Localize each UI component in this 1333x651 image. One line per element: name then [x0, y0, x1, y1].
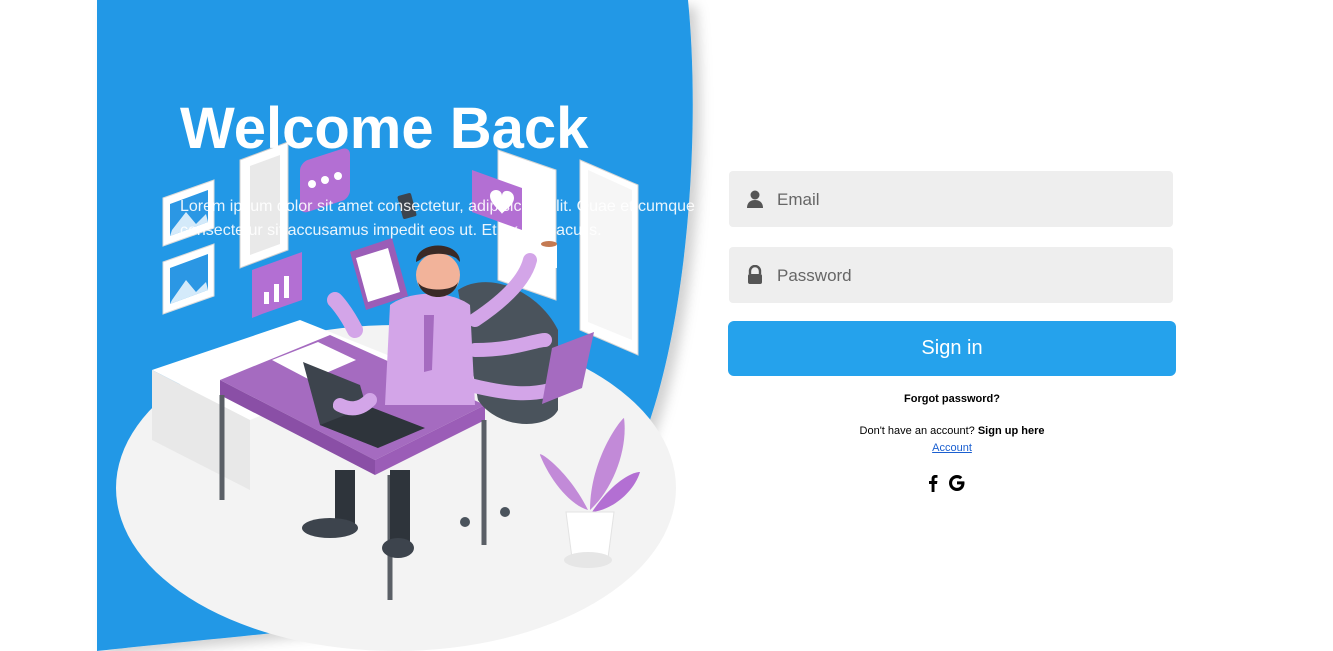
email-field[interactable] [729, 171, 1173, 229]
user-icon [747, 190, 763, 208]
forgot-password-link[interactable]: Forgot password? [728, 393, 1176, 405]
password-input[interactable] [775, 247, 1159, 305]
signup-line: Don't have an account? Sign up here [728, 425, 1176, 437]
google-icon[interactable] [948, 474, 966, 497]
no-account-text: Don't have an account? [859, 425, 975, 437]
welcome-title: Welcome Back [180, 96, 589, 161]
password-field[interactable] [729, 247, 1173, 305]
welcome-text: Lorem ipsum dolor sit amet consectetur, … [180, 198, 695, 239]
coffee-cup-icon [541, 241, 557, 268]
lock-icon [748, 265, 762, 284]
sign-up-link[interactable]: Sign up here [978, 425, 1045, 437]
account-link-wrap: Account [728, 442, 1176, 454]
account-link[interactable]: Account [932, 442, 972, 454]
sign-in-button[interactable]: Sign in [728, 321, 1176, 376]
social-login [928, 474, 966, 497]
facebook-icon[interactable] [928, 474, 938, 497]
hero-panel: Welcome Back Lorem ipsum dolor sit amet … [0, 0, 720, 651]
email-input[interactable] [775, 171, 1159, 229]
